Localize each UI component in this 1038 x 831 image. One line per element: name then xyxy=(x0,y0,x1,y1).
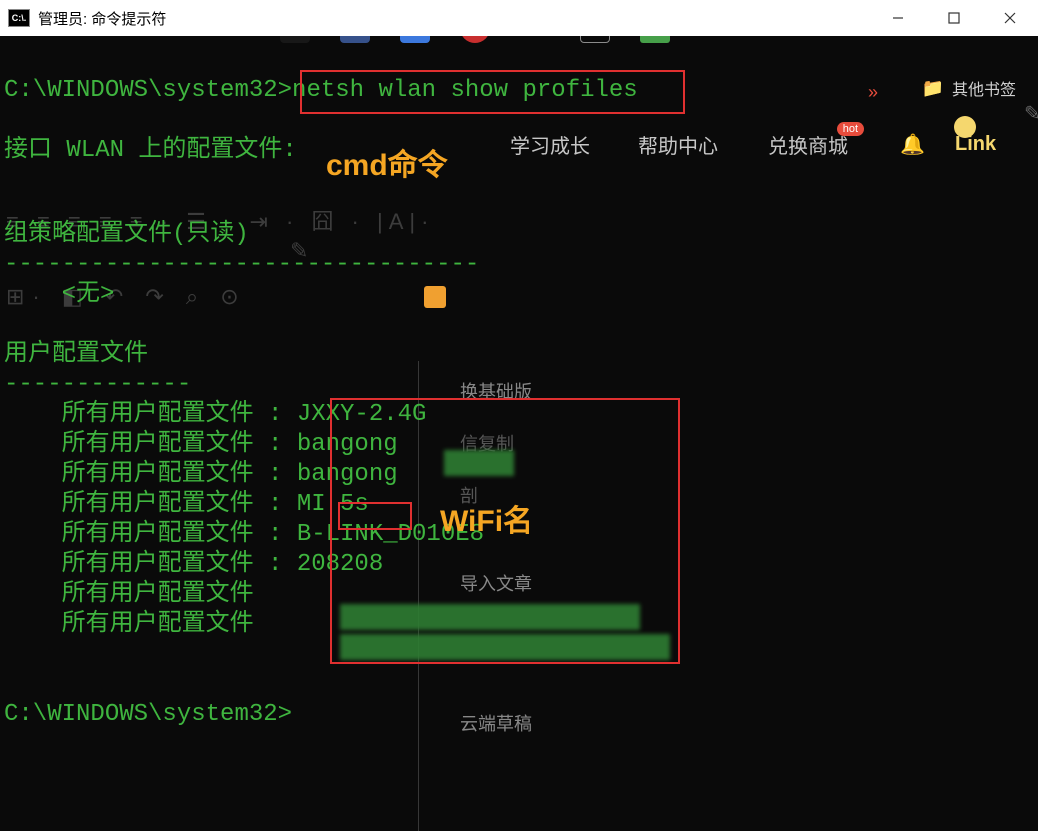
profile-row: 所有用户配置文件 : 208208 xyxy=(0,550,1038,580)
close-button[interactable] xyxy=(982,0,1038,36)
cmd-icon: C:\. xyxy=(8,9,30,27)
censor-block xyxy=(340,634,670,660)
window-controls xyxy=(870,0,1038,36)
interface-line: 接口 WLAN 上的配置文件: xyxy=(0,136,1038,166)
user-header: 用户配置文件 xyxy=(0,340,1038,370)
gp-header: 组策略配置文件(只读) xyxy=(0,220,1038,250)
gp-none: <无> xyxy=(0,280,1038,310)
profile-row: 所有用户配置文件 : bangong xyxy=(0,460,1038,490)
window-title: 管理员: 命令提示符 xyxy=(38,8,166,29)
terminal-output[interactable]: C:\WINDOWS\system32>netsh wlan show prof… xyxy=(0,56,1038,775)
profile-row: 所有用户配置文件 : B-LINK_D010E8 xyxy=(0,520,1038,550)
profile-row: 所有用户配置文件 : MI 5s xyxy=(0,490,1038,520)
profile-row: 所有用户配置文件 : JXXY-2.4G xyxy=(0,400,1038,430)
profile-row: 所有用户配置文件 : bangong xyxy=(0,430,1038,460)
user-divider: ------------- xyxy=(0,370,1038,400)
minimize-button[interactable] xyxy=(870,0,926,36)
maximize-button[interactable] xyxy=(926,0,982,36)
prompt-line-2: C:\WINDOWS\system32> xyxy=(0,700,1038,730)
censor-block xyxy=(340,604,640,630)
prompt-line: C:\WINDOWS\system32>netsh wlan show prof… xyxy=(0,76,1038,106)
gp-divider: --------------------------------- xyxy=(0,250,1038,280)
window-titlebar: C:\. 管理员: 命令提示符 xyxy=(0,0,1038,36)
censor-block xyxy=(444,450,514,476)
